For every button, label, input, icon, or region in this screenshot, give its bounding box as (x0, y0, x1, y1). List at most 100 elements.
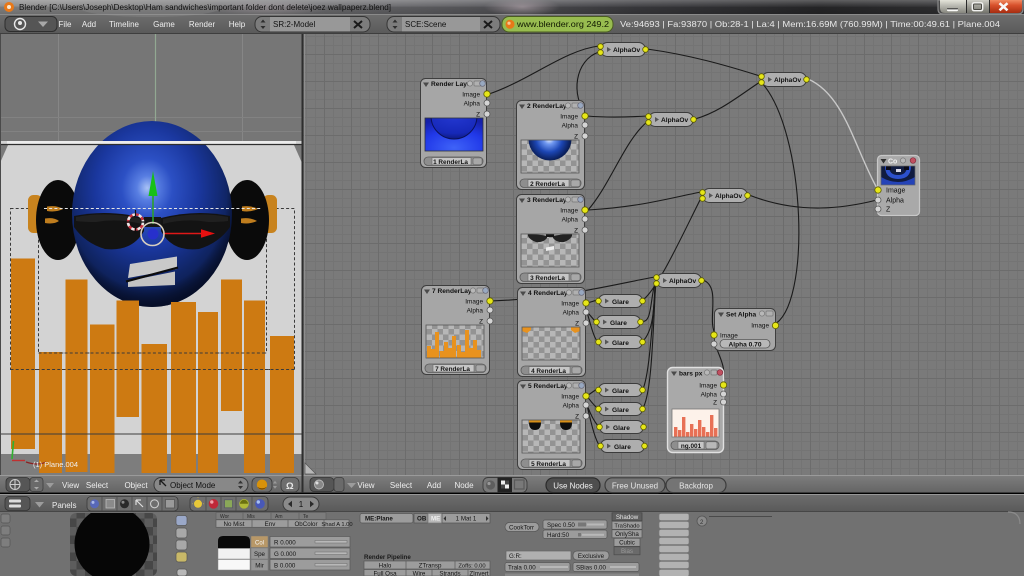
svg-text:ZInvert: ZInvert (469, 570, 489, 576)
svg-text:Mir: Mir (255, 563, 264, 570)
svg-text:Shad A 1.00: Shad A 1.00 (321, 522, 352, 528)
svg-text:Spe: Spe (254, 551, 266, 558)
svg-text:Glare: Glare (612, 388, 629, 395)
svg-text:SBias 0.00: SBias 0.00 (576, 565, 606, 572)
svg-text:View: View (357, 481, 374, 490)
svg-text:Z: Z (575, 414, 579, 421)
svg-text:CookTorr: CookTorr (509, 524, 534, 531)
svg-text:Set Alpha: Set Alpha (726, 312, 756, 319)
svg-text:5 RenderLay: 5 RenderLay (528, 383, 568, 390)
svg-text:Image: Image (561, 394, 579, 401)
svg-text:No Mist: No Mist (224, 521, 245, 528)
svg-text:Z: Z (574, 134, 578, 141)
svg-text:7 RenderLay: 7 RenderLay (432, 288, 472, 295)
svg-text:Glare: Glare (612, 407, 629, 414)
svg-text:Cubic: Cubic (619, 540, 635, 547)
svg-text:OnlySha: OnlySha (615, 531, 639, 538)
svg-text:Te: Te (303, 514, 309, 520)
svg-text:ME:Plane: ME:Plane (365, 516, 393, 523)
svg-text:Alpha: Alpha (563, 310, 580, 317)
svg-text:Z: Z (886, 207, 891, 214)
svg-text:SCE:Scene: SCE:Scene (405, 20, 447, 29)
svg-text:Free Unused: Free Unused (612, 481, 658, 490)
svg-text:Spec 0.50: Spec 0.50 (547, 522, 575, 529)
svg-text:ng.001: ng.001 (681, 443, 702, 450)
svg-text:Select: Select (390, 481, 413, 490)
svg-text:Halo: Halo (379, 562, 392, 569)
svg-text:3 RenderLa: 3 RenderLa (530, 275, 565, 282)
svg-text:AlphaOv: AlphaOv (715, 193, 742, 200)
svg-text:Glare: Glare (612, 340, 629, 347)
svg-text:Wire: Wire (413, 570, 426, 576)
svg-text:Env: Env (265, 521, 277, 528)
svg-text:1 RenderLa: 1 RenderLa (433, 159, 468, 166)
svg-text:R 0.000: R 0.000 (274, 539, 296, 546)
svg-text:Image: Image (886, 188, 906, 195)
svg-text:Alpha: Alpha (562, 123, 579, 130)
svg-text:Glare: Glare (610, 320, 627, 327)
svg-text:Ve:94693 | Fa:93870 | Ob:28-1: Ve:94693 | Fa:93870 | Ob:28-1 | La:4 | M… (620, 20, 1001, 29)
svg-text:Shadow: Shadow (616, 514, 639, 521)
svg-text:Node: Node (454, 481, 474, 490)
svg-text:Z: Z (476, 112, 480, 119)
svg-text:Co: Co (888, 159, 897, 166)
svg-text:Object Mode: Object Mode (170, 481, 216, 490)
svg-text:Image: Image (561, 301, 579, 308)
svg-text:ObColor: ObColor (294, 521, 317, 528)
svg-text:SR:2-Model: SR:2-Model (273, 20, 315, 29)
svg-text:Add: Add (82, 20, 96, 29)
svg-text:Bias: Bias (621, 548, 633, 555)
svg-text:View: View (62, 481, 79, 490)
svg-text:Wor: Wor (220, 514, 229, 520)
svg-text:Image: Image (560, 114, 578, 121)
svg-text:Object: Object (124, 481, 148, 490)
svg-text:Image: Image (462, 92, 480, 99)
svg-text:Image: Image (699, 383, 717, 390)
svg-text:Col: Col (255, 541, 264, 547)
svg-text:Strands: Strands (439, 570, 460, 576)
svg-text:Alpha: Alpha (467, 308, 484, 315)
svg-text:Glare: Glare (612, 299, 629, 306)
svg-text:Trala 0.00: Trala 0.00 (508, 565, 536, 572)
svg-text:Glare: Glare (614, 444, 631, 451)
svg-text:Add: Add (427, 481, 441, 490)
svg-text:1: 1 (299, 500, 304, 509)
svg-text:5 RenderLa: 5 RenderLa (531, 461, 566, 468)
svg-text:(1) Plane.004: (1) Plane.004 (33, 460, 78, 469)
svg-text:Image: Image (720, 333, 738, 340)
svg-text:3 RenderLay: 3 RenderLay (527, 197, 567, 204)
svg-text:Timeline: Timeline (109, 20, 139, 29)
svg-text:Image: Image (751, 323, 769, 330)
svg-text:OB: OB (417, 516, 427, 523)
svg-text:Blender [C:\Users\Joseph\Deskt: Blender [C:\Users\Joseph\Desktop\Ham san… (19, 3, 391, 12)
svg-text:File: File (59, 20, 72, 29)
svg-text:Backdrop: Backdrop (679, 481, 713, 490)
svg-text:G 0.000: G 0.000 (274, 551, 297, 558)
svg-text:Help: Help (229, 20, 246, 29)
svg-text:Glare: Glare (613, 425, 630, 432)
svg-text:Zoffs: 0.00: Zoffs: 0.00 (458, 563, 485, 569)
svg-text:Alpha: Alpha (562, 217, 579, 224)
svg-text:www.blender.org 249.2: www.blender.org 249.2 (516, 20, 610, 29)
svg-text:2 RenderLay: 2 RenderLay (527, 103, 567, 110)
svg-text:ZTransp: ZTransp (419, 562, 442, 569)
svg-text:Select: Select (86, 481, 109, 490)
svg-text:Alpha: Alpha (563, 403, 580, 410)
svg-text:Alpha: Alpha (464, 101, 481, 108)
svg-text:AlphaOv: AlphaOv (661, 117, 688, 124)
svg-text:Mis: Mis (247, 514, 255, 520)
svg-text:Z: Z (479, 319, 483, 326)
svg-text:ME: ME (431, 516, 440, 523)
svg-text:Am: Am (275, 514, 283, 520)
svg-text:Image: Image (560, 208, 578, 215)
svg-text:Panels: Panels (52, 501, 76, 510)
svg-text:Use Nodes: Use Nodes (553, 481, 593, 490)
svg-text:G:R:: G:R: (509, 553, 522, 560)
svg-text:7 RenderLa: 7 RenderLa (435, 366, 470, 373)
svg-text:Alpha: Alpha (886, 198, 904, 205)
svg-text:Ω: Ω (286, 481, 294, 492)
svg-text:Alpha 0.70: Alpha 0.70 (729, 341, 762, 348)
svg-text:Z: Z (575, 321, 579, 328)
svg-text:Z: Z (713, 400, 717, 407)
svg-text:4 RenderLa: 4 RenderLa (531, 368, 566, 375)
